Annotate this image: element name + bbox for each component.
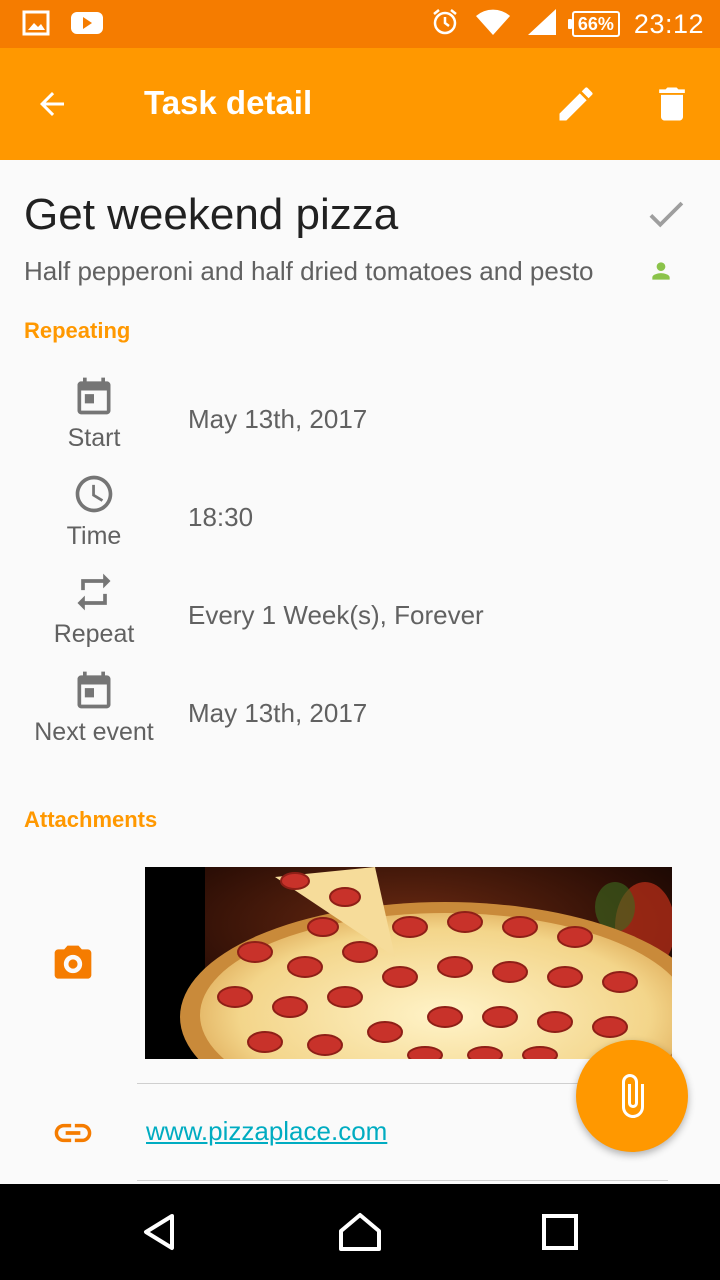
mark-done-button[interactable] <box>640 192 692 236</box>
navigation-bar <box>0 1184 720 1280</box>
nav-home-button[interactable] <box>330 1202 390 1262</box>
edit-button[interactable] <box>548 76 604 132</box>
toolbar: Task detail <box>0 48 720 160</box>
attachments-header: Attachments <box>24 807 158 832</box>
person-icon[interactable] <box>648 258 674 284</box>
next-event-value: May 13th, 2017 <box>188 698 368 728</box>
delete-button[interactable] <box>644 76 700 132</box>
repeat-rule-value: Every 1 Week(s), Forever <box>188 600 484 630</box>
repeat-row-start[interactable]: Start May 13th, 2017 <box>0 374 720 472</box>
repeat-label-time: Time <box>66 522 122 550</box>
youtube-icon <box>70 10 104 41</box>
nav-recents-button[interactable] <box>530 1202 590 1262</box>
trash-icon <box>659 87 685 121</box>
camera-icon <box>50 941 96 987</box>
toolbar-title: Task detail <box>144 84 313 121</box>
status-time: 23:12 <box>633 8 704 39</box>
arrow-back-icon <box>40 92 64 116</box>
task-detail-screen: 66% 23:12 Task detail Get weekend pizza … <box>0 0 720 1280</box>
calendar-icon <box>77 377 111 415</box>
check-icon <box>649 201 684 228</box>
wifi-icon <box>474 7 512 42</box>
battery-icon: 66% <box>567 11 620 37</box>
recents-icon <box>542 1214 578 1250</box>
battery-percent: 66% <box>577 13 614 34</box>
task-description: Half pepperoni and half dried tomatoes a… <box>24 256 594 286</box>
repeat-icon <box>77 573 111 611</box>
repeating-header: Repeating <box>24 318 131 343</box>
repeat-row-repeat[interactable]: Repeat Every 1 Week(s), Forever <box>0 570 720 668</box>
nav-back-button[interactable] <box>130 1202 190 1262</box>
signal-icon <box>526 7 558 42</box>
clock-icon <box>75 475 113 513</box>
repeat-row-next-event[interactable]: Next event May 13th, 2017 <box>0 668 720 766</box>
alarm-icon <box>430 7 460 42</box>
start-date-value: May 13th, 2017 <box>188 404 368 434</box>
back-button[interactable] <box>24 76 80 132</box>
status-bar: 66% 23:12 <box>0 0 720 48</box>
repeat-row-time[interactable]: Time 18:30 <box>0 472 720 570</box>
pencil-icon <box>559 87 593 121</box>
gallery-icon <box>22 10 50 41</box>
paperclip-icon <box>622 1074 644 1118</box>
home-icon <box>339 1213 381 1251</box>
attachment-link[interactable]: www.pizzaplace.com <box>146 1116 387 1147</box>
task-title: Get weekend pizza <box>24 190 399 239</box>
add-attachment-fab[interactable] <box>576 1040 688 1152</box>
repeat-label-repeat: Repeat <box>53 620 135 648</box>
link-icon <box>50 1110 96 1156</box>
time-value: 18:30 <box>188 502 254 532</box>
calendar-icon <box>77 671 111 709</box>
divider <box>137 1180 668 1181</box>
repeat-label-start: Start <box>67 424 121 452</box>
repeat-label-next-event: Next event <box>34 718 154 746</box>
back-triangle-icon <box>144 1214 174 1250</box>
pizza-attachment-image[interactable] <box>145 867 672 1059</box>
